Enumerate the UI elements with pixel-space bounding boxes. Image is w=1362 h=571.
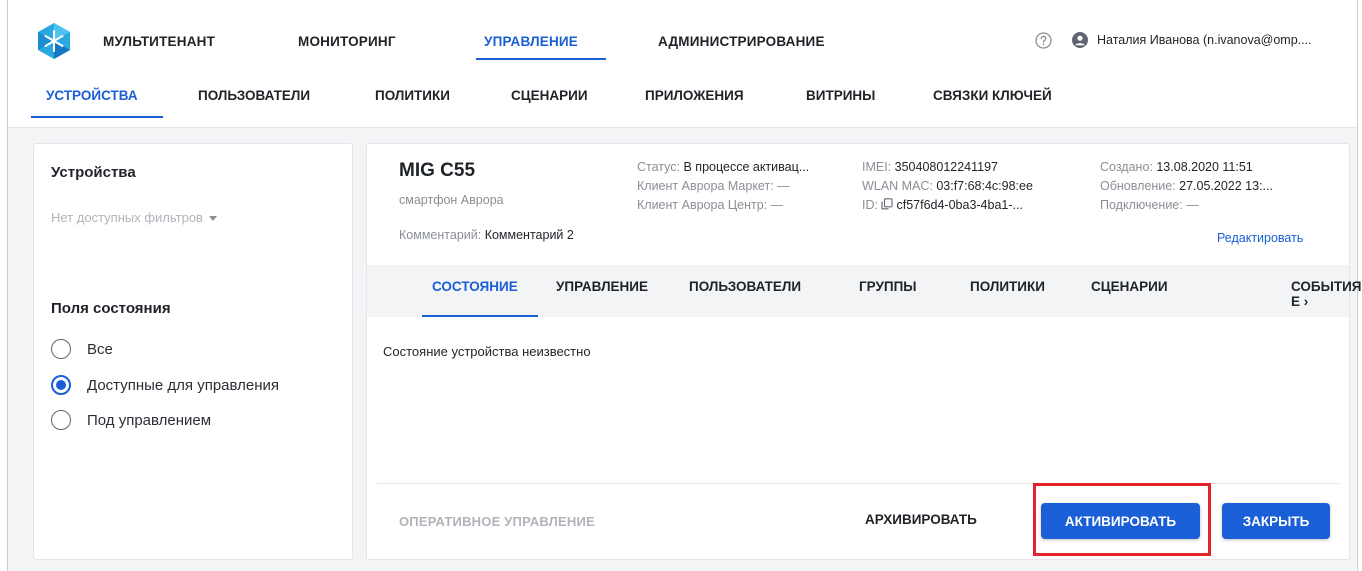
wlan-mac-value: 03:f7:68:4c:98:ee <box>936 179 1033 193</box>
tab-users[interactable]: ПОЛЬЗОВАТЕЛИ <box>689 279 801 294</box>
caret-down-icon <box>208 216 217 222</box>
status-option-label: Все <box>87 340 113 358</box>
status-value: В процессе активац... <box>683 160 810 174</box>
status-option-available[interactable]: Доступные для управления <box>51 374 279 396</box>
comment-value: Комментарий 2 <box>484 228 574 242</box>
updated-label: Обновление: <box>1100 179 1176 193</box>
device-status-column: Статус: В процессе активац... Клиент Авр… <box>637 158 853 215</box>
status-option-label: Доступные для управления <box>87 376 280 394</box>
id-label: ID: <box>862 198 878 212</box>
tab-groups[interactable]: ГРУППЫ <box>859 279 917 294</box>
comment-label: Комментарий: <box>399 228 482 242</box>
tab-state[interactable]: СОСТОЯНИЕ <box>432 279 518 294</box>
subnav-devices[interactable]: УСТРОЙСТВА <box>46 88 138 103</box>
device-type: смартфон Аврора <box>399 193 504 207</box>
copy-icon[interactable] <box>881 198 894 210</box>
help-icon[interactable] <box>1035 32 1052 49</box>
topnav-management[interactable]: УПРАВЛЕНИЕ <box>484 34 578 49</box>
aurora-logo-icon[interactable] <box>37 22 71 60</box>
subnav-showcases[interactable]: ВИТРИНЫ <box>806 88 875 103</box>
filter-panel: Устройства Нет доступных фильтров Поля с… <box>33 143 353 560</box>
status-option-managed[interactable]: Под управлением <box>51 409 211 431</box>
operational-management-button[interactable]: ОПЕРАТИВНОЕ УПРАВЛЕНИЕ <box>399 514 595 529</box>
imei-value: 350408012241197 <box>894 160 999 174</box>
connection-value: — <box>1186 198 1199 212</box>
status-fields-title: Поля состояния <box>51 300 171 317</box>
close-button[interactable]: ЗАКРЫТЬ <box>1222 503 1330 539</box>
device-dates-column: Создано: 13.08.2020 11:51 Обновление: 27… <box>1100 158 1348 215</box>
updated-value: 27.05.2022 13:... <box>1179 179 1273 193</box>
imei-label: IMEI: <box>862 160 892 174</box>
device-ids-column: IMEI: 350408012241197 WLAN MAC: 03:f7:68… <box>862 158 1084 215</box>
device-name: MIG C55 <box>399 160 476 181</box>
radio-icon[interactable] <box>51 410 71 430</box>
tab-events-label: СОБЫТИЯ Е <box>1291 279 1362 309</box>
wlan-mac-label: WLAN MAC: <box>862 179 933 193</box>
archive-button[interactable]: АРХИВИРОВАТЬ <box>865 512 977 527</box>
radio-icon[interactable] <box>51 339 71 359</box>
filter-panel-title: Устройства <box>51 164 136 181</box>
market-client-label: Клиент Аврора Маркет: <box>637 179 774 193</box>
status-option-label: Под управлением <box>87 411 212 429</box>
tab-events-more[interactable]: СОБЫТИЯ Е › <box>1291 279 1362 309</box>
market-client-value: — <box>777 179 790 193</box>
device-details-panel: MIG C55 смартфон Аврора Комментарий: Ком… <box>366 143 1362 560</box>
subnav-keychains[interactable]: СВЯЗКИ КЛЮЧЕЙ <box>933 88 1052 103</box>
subnav-scenarios[interactable]: СЦЕНАРИИ <box>511 88 588 103</box>
created-label: Создано: <box>1100 160 1153 174</box>
subnav-active-indicator <box>31 116 163 118</box>
device-comment: Комментарий: Комментарий 2 <box>399 228 574 242</box>
radio-checked-icon[interactable] <box>51 375 71 395</box>
filter-dropdown[interactable]: Нет доступных фильтров <box>51 210 217 225</box>
status-label: Статус: <box>637 160 680 174</box>
tab-management[interactable]: УПРАВЛЕНИЕ <box>556 279 648 294</box>
user-avatar-icon[interactable] <box>1072 32 1088 48</box>
user-name[interactable]: Наталия Иванова (n.ivanova@omp.... <box>1097 33 1359 47</box>
chevron-right-icon[interactable]: › <box>1304 294 1309 309</box>
activate-button[interactable]: АКТИВИРОВАТЬ <box>1041 503 1200 539</box>
tab-active-indicator <box>422 315 538 317</box>
topnav-active-indicator <box>476 58 606 60</box>
topnav-administration[interactable]: АДМИНИСТРИРОВАНИЕ <box>658 34 825 49</box>
filter-dropdown-label: Нет доступных фильтров <box>51 210 203 225</box>
topnav-monitoring[interactable]: МОНИТОРИНГ <box>298 34 396 49</box>
topnav-multitenant[interactable]: МУЛЬТИТЕНАНТ <box>103 34 215 49</box>
tab-scenarios[interactable]: СЦЕНАРИИ <box>1091 279 1168 294</box>
subnav-users[interactable]: ПОЛЬЗОВАТЕЛИ <box>198 88 310 103</box>
subnav-policies[interactable]: ПОЛИТИКИ <box>375 88 450 103</box>
device-tabs: СОСТОЯНИЕ УПРАВЛЕНИЕ ПОЛЬЗОВАТЕЛИ ГРУППЫ… <box>367 265 1362 317</box>
top-bar: МУЛЬТИТЕНАНТ МОНИТОРИНГ УПРАВЛЕНИЕ АДМИН… <box>8 0 1357 82</box>
device-state-message: Состояние устройства неизвестно <box>383 344 591 359</box>
connection-label: Подключение: <box>1100 198 1183 212</box>
center-client-value: — <box>770 198 784 212</box>
created-value: 13.08.2020 11:51 <box>1156 160 1253 174</box>
status-option-all[interactable]: Все <box>51 338 113 360</box>
edit-link[interactable]: Редактировать <box>1217 231 1303 245</box>
tab-policies[interactable]: ПОЛИТИКИ <box>970 279 1045 294</box>
subnav-applications[interactable]: ПРИЛОЖЕНИЯ <box>645 88 744 103</box>
center-client-label: Клиент Аврора Центр: <box>637 198 768 212</box>
section-nav: УСТРОЙСТВА ПОЛЬЗОВАТЕЛИ ПОЛИТИКИ СЦЕНАРИ… <box>8 82 1357 128</box>
id-value: cf57f6d4-0ba3-4ba1-... <box>896 198 1023 212</box>
